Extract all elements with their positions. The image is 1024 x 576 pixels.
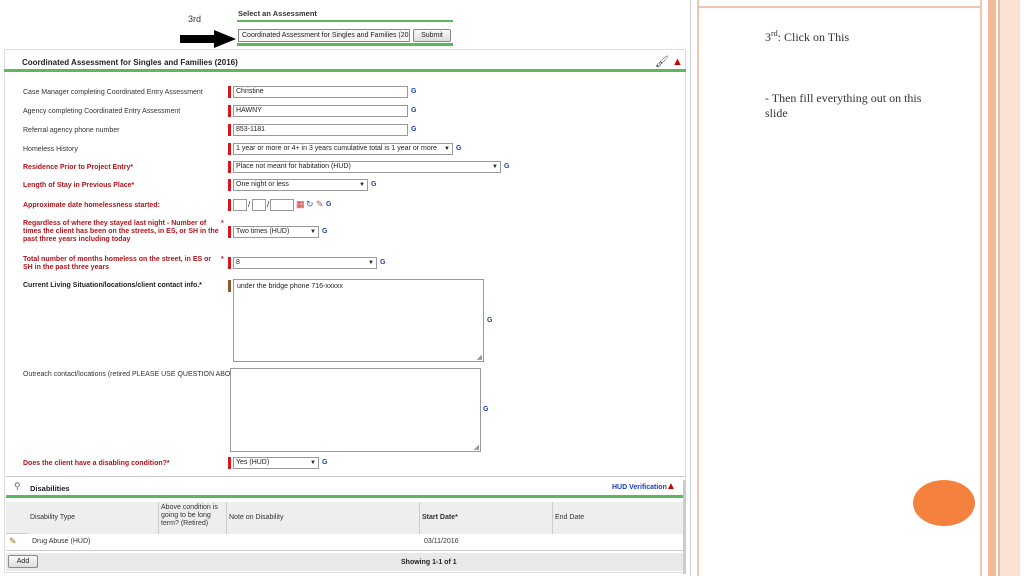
col-note: Note on Disability xyxy=(227,502,420,534)
date-day-field[interactable] xyxy=(252,199,266,211)
g-icon[interactable]: G xyxy=(322,459,327,466)
assessment-title: Select an Assessment xyxy=(238,9,317,18)
add-button[interactable]: Add xyxy=(8,555,38,568)
assessment-divider xyxy=(237,20,453,22)
required-marker xyxy=(228,226,231,238)
required-marker xyxy=(228,280,231,292)
g-icon[interactable]: G xyxy=(380,259,385,266)
assessment-select[interactable]: Coordinated Assessment for Singles and F… xyxy=(238,29,410,42)
g-icon[interactable]: G xyxy=(504,163,509,170)
required-marker xyxy=(228,124,231,136)
times-homeless-select[interactable]: Two times (HUD) xyxy=(233,226,319,238)
phone-label: Referral agency phone number xyxy=(23,127,120,134)
decor-stripe-light xyxy=(998,0,1020,576)
table-row-divider xyxy=(6,550,685,551)
date-year-field[interactable] xyxy=(270,199,294,211)
living-situation-label: Current Living Situation/locations/clien… xyxy=(23,282,202,289)
arrow-right-icon xyxy=(180,30,236,48)
form-title: Coordinated Assessment for Singles and F… xyxy=(22,58,238,67)
table-footer xyxy=(6,553,685,571)
required-marker xyxy=(228,86,231,98)
date-separator: / xyxy=(248,200,251,209)
residence-prior-select[interactable]: Place not meant for habitation (HUD) xyxy=(233,161,501,173)
decor-circle xyxy=(913,480,975,526)
required-marker xyxy=(228,179,231,191)
col-start-date: Start Date* xyxy=(420,502,553,534)
required-marker xyxy=(228,457,231,469)
disabilities-title: Disabilities xyxy=(30,484,70,493)
date-separator: / xyxy=(267,200,270,209)
required-star: * xyxy=(221,256,224,263)
phone-field[interactable]: 853-1181 xyxy=(233,124,408,136)
length-of-stay-label: Length of Stay in Previous Place* xyxy=(23,182,135,189)
g-icon[interactable]: G xyxy=(322,228,327,235)
case-manager-label: Case Manager completing Coordinated Entr… xyxy=(23,89,203,96)
outreach-textarea[interactable]: ◢ xyxy=(230,368,481,452)
living-situation-textarea[interactable]: under the bridge phone 716-xxxxx ◢ xyxy=(233,279,484,362)
disabling-condition-label: Does the client have a disabling conditi… xyxy=(23,460,170,467)
warning-icon: ▲ xyxy=(668,56,683,68)
col-end-date: End Date xyxy=(553,502,685,534)
scrollbar[interactable] xyxy=(683,480,686,574)
pagination-status: Showing 1-1 of 1 xyxy=(401,559,457,566)
warning-icon: ▲ xyxy=(666,481,676,492)
months-homeless-label: Total number of months homeless on the s… xyxy=(23,256,212,271)
edit-icon[interactable]: ✎ xyxy=(9,536,17,547)
homeless-history-select[interactable]: 1 year or more or 4+ in 3 years cumulati… xyxy=(233,143,453,155)
required-marker xyxy=(228,105,231,117)
required-star: * xyxy=(221,220,224,227)
decor-stripe xyxy=(988,0,996,576)
homeless-history-label: Homeless History xyxy=(23,146,78,153)
table-row-start: 03/11/2016 xyxy=(424,538,459,545)
residence-prior-label: Residence Prior to Project Entry* xyxy=(23,164,134,171)
calendar-icon[interactable]: ▦ xyxy=(296,199,305,210)
g-icon[interactable]: G xyxy=(326,201,331,208)
outreach-label: Outreach contact/locations (retired PLEA… xyxy=(23,371,243,378)
col-long-term: Above condition is going to be long term… xyxy=(159,502,227,534)
required-marker xyxy=(228,143,231,155)
g-icon[interactable]: G xyxy=(456,145,461,152)
disabilities-header xyxy=(6,476,685,498)
required-marker xyxy=(228,161,231,173)
agency-field[interactable]: HAWNY xyxy=(233,105,408,117)
case-manager-field[interactable]: Christine xyxy=(233,86,408,98)
months-homeless-select[interactable]: 8 xyxy=(233,257,377,269)
date-homeless-label: Approximate date homelessness started: xyxy=(23,202,160,209)
clear-icon[interactable]: ✎ xyxy=(316,199,324,210)
g-icon[interactable]: G xyxy=(411,107,416,114)
search-icon[interactable]: ⚲ xyxy=(14,481,21,492)
refresh-icon[interactable]: ↻ xyxy=(306,199,314,210)
print-icon[interactable]: 🖌 xyxy=(655,56,669,68)
disabling-condition-select[interactable]: Yes (HUD) xyxy=(233,457,319,469)
g-icon[interactable]: G xyxy=(487,317,492,324)
g-icon[interactable]: G xyxy=(483,406,488,413)
slide-divider xyxy=(690,0,691,576)
required-marker xyxy=(228,257,231,269)
instruction-note: - Then fill everything out on this slide xyxy=(765,91,922,120)
g-icon[interactable]: G xyxy=(411,126,416,133)
step-label: 3rd xyxy=(188,14,202,24)
col-disability-type: Disability Type xyxy=(28,502,159,534)
form-header-icons: 🖌 ▲ xyxy=(655,55,683,68)
date-month-field[interactable] xyxy=(233,199,247,211)
submit-button[interactable]: Submit xyxy=(413,29,451,42)
g-icon[interactable]: G xyxy=(411,88,416,95)
times-homeless-label: Regardless of where they stayed last nig… xyxy=(23,220,219,243)
length-of-stay-select[interactable]: One night or less xyxy=(233,179,368,191)
table-row-type: Drug Abuse (HUD) xyxy=(32,538,91,545)
instruction-step: 3rd: Click on This xyxy=(765,29,850,44)
required-marker xyxy=(228,199,231,211)
g-icon[interactable]: G xyxy=(371,181,376,188)
hud-verification-link[interactable]: HUD Verification xyxy=(612,484,667,491)
agency-label: Agency completing Coordinated Entry Asse… xyxy=(23,108,181,115)
